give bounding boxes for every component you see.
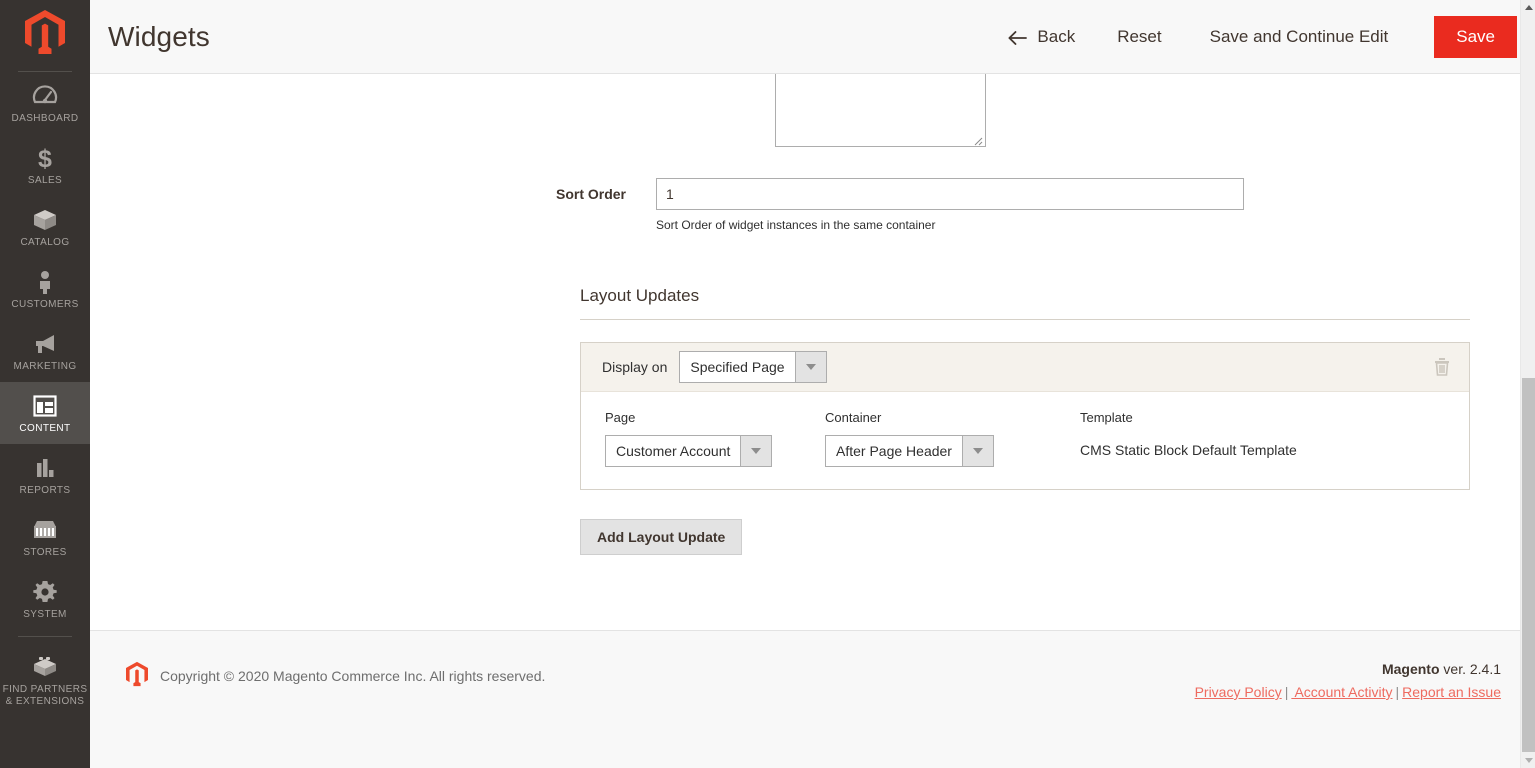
sidebar-item-sales[interactable]: $ SALES [0, 134, 90, 196]
widget-textarea[interactable] [775, 74, 986, 147]
footer-inner: Copyright © 2020 Magento Commerce Inc. A… [90, 631, 1535, 768]
link-separator: | [1284, 684, 1289, 700]
main-sidebar: DASHBOARD $ SALES CATALOG CUSTOMERS MARK… [0, 0, 90, 768]
sidebar-item-label: SYSTEM [23, 609, 67, 620]
display-on-label: Display on [602, 359, 668, 375]
footer-right: Magento ver. 2.4.1 Privacy Policy | Accou… [1195, 661, 1501, 700]
storefront-icon [32, 517, 58, 543]
bar-chart-icon [32, 455, 58, 481]
scroll-down-arrow-icon[interactable] [1521, 753, 1535, 768]
link-separator: | [1395, 684, 1400, 700]
sort-order-label: Sort Order [555, 186, 626, 202]
display-on-value: Specified Page [690, 359, 785, 375]
page-label: Page [605, 410, 636, 425]
container-value: After Page Header [836, 443, 952, 459]
sidebar-item-system[interactable]: SYSTEM [0, 568, 90, 630]
sidebar-item-label: MARKETING [13, 361, 77, 372]
layout-update-header: Display on Specified Page [581, 343, 1469, 392]
scrollbar-thumb[interactable] [1522, 378, 1535, 752]
layout-update-body: Page Customer Account Container After Pa… [581, 392, 1469, 489]
sidebar-item-customers[interactable]: CUSTOMERS [0, 258, 90, 320]
magento-footer-logo-icon [126, 661, 148, 690]
add-layout-update-button[interactable]: Add Layout Update [580, 519, 743, 555]
blocks-icon [32, 654, 58, 680]
form-content: Sort Order Sort Order of widget instance… [90, 74, 1535, 630]
footer-links: Privacy Policy | Account Activity | Report … [1195, 684, 1501, 700]
copyright-text: Copyright © 2020 Magento Commerce Inc. A… [160, 667, 546, 684]
sidebar-item-reports[interactable]: REPORTS [0, 444, 90, 506]
container-column: Container After Page Header [825, 410, 1080, 467]
sidebar-item-label: FIND PARTNERS & EXTENSIONS [2, 684, 88, 707]
template-column: Template CMS Static Block Default Templa… [1080, 410, 1297, 458]
page-column: Page Customer Account [605, 410, 825, 467]
version-text: ver. 2.4.1 [1439, 661, 1501, 677]
back-button-label: Back [1037, 26, 1076, 46]
sidebar-divider-bottom [18, 636, 72, 637]
layout-updates-section: Layout Updates Display on Specified Page [580, 286, 1470, 555]
dashboard-icon [32, 83, 58, 109]
chevron-down-icon [794, 352, 826, 382]
sidebar-item-label: DASHBOARD [11, 113, 79, 124]
magento-logo-icon [25, 9, 65, 54]
page-header: Widgets Back Reset Save and Continue Edi… [90, 0, 1535, 74]
sidebar-item-label: CATALOG [20, 237, 70, 248]
chevron-down-icon [961, 436, 993, 466]
save-button[interactable]: Save [1434, 15, 1517, 58]
admin-page: DASHBOARD $ SALES CATALOG CUSTOMERS MARK… [0, 0, 1535, 768]
sort-order-row: Sort Order Sort Order of widget instance… [90, 178, 1535, 232]
svg-text:$: $ [38, 145, 52, 171]
sidebar-item-dashboard[interactable]: DASHBOARD [0, 72, 90, 134]
reset-button[interactable]: Reset [1093, 21, 1185, 53]
resize-grip-icon[interactable] [971, 133, 983, 146]
dollar-icon: $ [32, 145, 58, 173]
sidebar-item-label: CONTENT [19, 423, 71, 434]
sort-order-input[interactable] [656, 178, 1244, 210]
sort-order-note: Sort Order of widget instances in the sa… [656, 218, 936, 232]
template-value: CMS Static Block Default Template [1080, 442, 1297, 458]
person-icon [32, 269, 58, 295]
magento-logo[interactable] [0, 0, 90, 63]
page-value: Customer Account [616, 443, 731, 459]
account-activity-link[interactable]: Account Activity [1291, 684, 1392, 700]
main-region: Widgets Back Reset Save and Continue Edi… [90, 0, 1535, 768]
display-on-select[interactable]: Specified Page [679, 351, 827, 383]
sidebar-item-label: CUSTOMERS [11, 299, 79, 310]
version-line: Magento ver. 2.4.1 [1195, 661, 1501, 677]
sort-order-control: Sort Order of widget instances in the sa… [656, 178, 1244, 232]
sidebar-item-catalog[interactable]: CATALOG [0, 196, 90, 258]
gear-icon [32, 579, 58, 605]
scroll-up-arrow-icon[interactable] [1521, 0, 1535, 15]
sidebar-item-stores[interactable]: STORES [0, 506, 90, 568]
back-button[interactable]: Back [990, 21, 1093, 53]
trash-icon [1433, 358, 1451, 380]
report-an-issue-link[interactable]: Report an Issue [1402, 684, 1501, 700]
page-footer: Copyright © 2020 Magento Commerce Inc. A… [90, 630, 1535, 768]
page-actions: Back Reset Save and Continue Edit Save [990, 15, 1517, 58]
sidebar-item-content[interactable]: CONTENT [0, 382, 90, 444]
chevron-down-icon [740, 436, 772, 466]
privacy-policy-link[interactable]: Privacy Policy [1195, 684, 1282, 700]
layout-updates-title: Layout Updates [580, 286, 700, 305]
container-label: Container [825, 410, 882, 425]
layout-update-panel: Display on Specified Page Page Customer … [580, 342, 1470, 490]
brand-name: Magento [1381, 661, 1440, 677]
sidebar-item-marketing[interactable]: MARKETING [0, 320, 90, 382]
megaphone-icon [32, 331, 58, 357]
box-icon [32, 207, 58, 233]
delete-layout-update-button[interactable] [1429, 353, 1455, 381]
page-select[interactable]: Customer Account [605, 435, 773, 467]
sidebar-item-find-partners[interactable]: FIND PARTNERS & EXTENSIONS [0, 643, 90, 717]
save-and-continue-button[interactable]: Save and Continue Edit [1186, 21, 1413, 53]
copyright-block: Copyright © 2020 Magento Commerce Inc. A… [126, 661, 545, 690]
template-label: Template [1080, 410, 1133, 425]
sidebar-item-label: SALES [27, 175, 63, 186]
container-select[interactable]: After Page Header [825, 435, 994, 467]
page-scrollbar[interactable] [1520, 0, 1535, 768]
section-divider [580, 319, 1470, 320]
layout-icon [32, 393, 58, 419]
page-title: Widgets [108, 20, 210, 52]
sidebar-item-label: REPORTS [19, 485, 71, 496]
sidebar-item-label: STORES [23, 547, 67, 558]
arrow-left-icon [1008, 30, 1028, 45]
